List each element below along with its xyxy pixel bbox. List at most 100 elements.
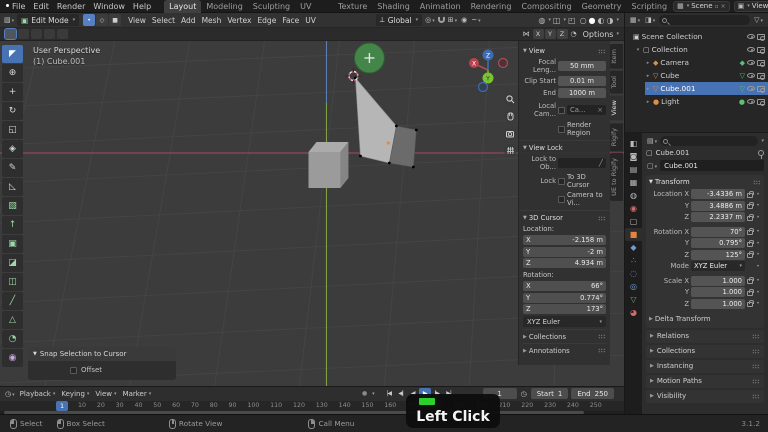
outliner-row[interactable]: ▸ ▽ Cube ▽	[645, 69, 768, 82]
snap-falloff-icon[interactable]: ◔	[570, 30, 578, 38]
properties-tab[interactable]: ▽	[625, 293, 642, 306]
3d-cursor[interactable]	[345, 68, 362, 84]
expand-icon[interactable]: ▸	[645, 86, 651, 92]
edge-select-button[interactable]: ◇	[96, 14, 109, 26]
hide-eye-icon[interactable]	[747, 86, 755, 91]
properties-section-header[interactable]: ▶ Visibility	[646, 389, 764, 403]
hide-eye-icon[interactable]	[747, 60, 755, 65]
outliner-display-mode-icon[interactable]: ▦▾	[629, 16, 641, 24]
unlink-scene-icon[interactable]: ×	[721, 3, 726, 10]
properties-tab[interactable]: ▢	[625, 215, 642, 228]
cursor-rotation-field[interactable]: X 66°	[523, 281, 606, 291]
viewport-canvas[interactable]: User Perspective (1) Cube.001 ◤ ⊕ + ↻ ◱ ◈ ✎ ◺ ▧ ↑…	[0, 41, 624, 386]
face-select-button[interactable]: ■	[109, 14, 122, 26]
render-visibility-icon[interactable]	[757, 85, 765, 93]
euler-mode-dropdown[interactable]: XYZ Euler ▾	[523, 316, 606, 327]
properties-section-header[interactable]: ▶ Collections	[646, 344, 764, 358]
toolbar-tool-button[interactable]: ↻	[2, 102, 23, 120]
setting-value-field[interactable]: 50 mm	[558, 61, 606, 71]
expand-icon[interactable]: ▸	[645, 60, 651, 66]
xray-icon[interactable]: ◰	[568, 16, 576, 25]
pin-icon[interactable]	[758, 150, 764, 159]
toolbar-tool-button[interactable]: ◫	[2, 273, 23, 291]
properties-section-header[interactable]: ▶ Instancing	[646, 359, 764, 373]
snap-magnet-icon[interactable]	[437, 17, 445, 23]
rotation-value-field[interactable]: 125°	[691, 249, 745, 260]
hide-eye-icon[interactable]	[747, 34, 755, 39]
vertex-select-button[interactable]: •	[83, 14, 96, 26]
toolbar-tool-button[interactable]: ⊕	[2, 64, 23, 82]
cursor-rotation-field[interactable]: Z 173°	[523, 304, 606, 314]
viewport-menu[interactable]: Select	[149, 16, 178, 25]
orientation-dropdown[interactable]: ⟂ Global ▾	[375, 14, 423, 26]
camera-view-icon[interactable]	[504, 127, 517, 140]
start-frame-field[interactable]: Start 1	[530, 388, 569, 400]
viewport-menu[interactable]: View	[125, 16, 149, 25]
location-value-field[interactable]: 3.4886 m	[691, 200, 745, 211]
viewport-menu[interactable]: UV	[302, 16, 319, 25]
workspace-tab[interactable]: Layout	[164, 0, 202, 13]
view-lock-section-title[interactable]: View Lock	[529, 144, 563, 152]
pan-hand-icon[interactable]	[504, 110, 517, 123]
properties-tab[interactable]: ▦	[625, 176, 642, 189]
topbar-menu[interactable]: Render	[53, 2, 89, 11]
toolbar-tool-button[interactable]: ◺	[2, 178, 23, 196]
toolbar-tool-button[interactable]: ◱	[2, 121, 23, 139]
viewport-menu[interactable]: Face	[279, 16, 302, 25]
show-gizmo-icon[interactable]: ◍	[538, 16, 545, 25]
viewport-menu[interactable]: Edge	[254, 16, 279, 25]
cursor-section-title[interactable]: 3D Cursor	[529, 214, 563, 222]
view-layer-selector[interactable]: ▣▾ ViewLayer ▫ ×	[733, 0, 768, 12]
properties-tab[interactable]: ◎	[625, 280, 642, 293]
properties-tab[interactable]: ▤	[625, 163, 642, 176]
transform-panel-header[interactable]: ▼ Transform	[649, 178, 761, 186]
properties-section-header[interactable]: ▶ Relations	[646, 329, 764, 343]
cube-001-object[interactable]	[354, 76, 418, 169]
render-visibility-icon[interactable]	[757, 59, 765, 67]
location-value-field[interactable]: 2.2337 m	[691, 212, 745, 222]
toolbar-tool-button[interactable]: ▧	[2, 197, 23, 215]
view-section-title[interactable]: View	[529, 47, 545, 55]
select-mode-set-button[interactable]	[4, 28, 17, 40]
filter-icon[interactable]: ▽▾	[753, 16, 764, 24]
toolbar-tool-button[interactable]: ◤	[2, 45, 23, 63]
transport-button[interactable]: |◀	[383, 388, 395, 399]
operator-panel-header[interactable]: ▼ Snap Selection to Cursor	[28, 347, 176, 361]
scale-value-field[interactable]: 1.000	[691, 298, 745, 309]
n-panel-tab[interactable]: View	[610, 95, 623, 121]
workspace-tab[interactable]: UV Editing	[295, 0, 333, 24]
n-panel-tab[interactable]: UE to Rigify	[610, 153, 623, 201]
auto-keyframe-clock-icon[interactable]: ◷	[520, 390, 528, 398]
n-panel-tab[interactable]: Tool	[610, 70, 623, 94]
workspace-tab[interactable]: Shading	[372, 0, 415, 13]
animate-dot[interactable]: •	[755, 277, 761, 284]
timeline-menu[interactable]: Keying ▾	[61, 390, 89, 398]
viewport-menu[interactable]: Add	[178, 16, 199, 25]
outliner-row[interactable]: ▸ ▽ Cube.001 ▽	[645, 82, 768, 95]
n-panel-tab[interactable]: Item	[610, 44, 623, 69]
hide-eye-icon[interactable]	[747, 47, 755, 52]
lock-icon[interactable]	[747, 300, 754, 307]
workspace-tab[interactable]: Animation	[415, 0, 466, 13]
setting-value-field[interactable]: 0.01 m	[558, 76, 606, 86]
hide-eye-icon[interactable]	[747, 73, 755, 78]
toolbar-tool-button[interactable]: ▣	[2, 235, 23, 253]
editor-type-icon[interactable]: ▧▾	[3, 16, 15, 24]
cursor-location-field[interactable]: Y -2 m	[523, 246, 606, 257]
mirror-axis-toggle[interactable]: X	[532, 29, 544, 39]
outliner-search-input[interactable]	[659, 15, 751, 25]
toolbar-tool-button[interactable]: ◉	[2, 349, 23, 367]
toolbar-tool-button[interactable]: ◈	[2, 140, 23, 158]
wireframe-shading-icon[interactable]: ○	[580, 16, 587, 25]
outliner-row[interactable]: ▾ ▢ Collection	[635, 43, 768, 56]
viewport-menu[interactable]: Mesh	[199, 16, 225, 25]
properties-tab[interactable]: ◕	[625, 306, 642, 319]
object-name-field[interactable]: Cube.001	[660, 160, 764, 171]
properties-tab[interactable]: ◧	[625, 137, 642, 150]
lock-to-object-field[interactable]: ╱	[558, 158, 606, 168]
animate-dot[interactable]: •	[755, 289, 761, 296]
topbar-menu[interactable]: File	[8, 2, 29, 11]
outliner-row[interactable]: ▣ Scene Collection	[625, 30, 768, 43]
select-mode-invert-button[interactable]	[44, 29, 55, 39]
render-visibility-icon[interactable]	[757, 33, 765, 41]
